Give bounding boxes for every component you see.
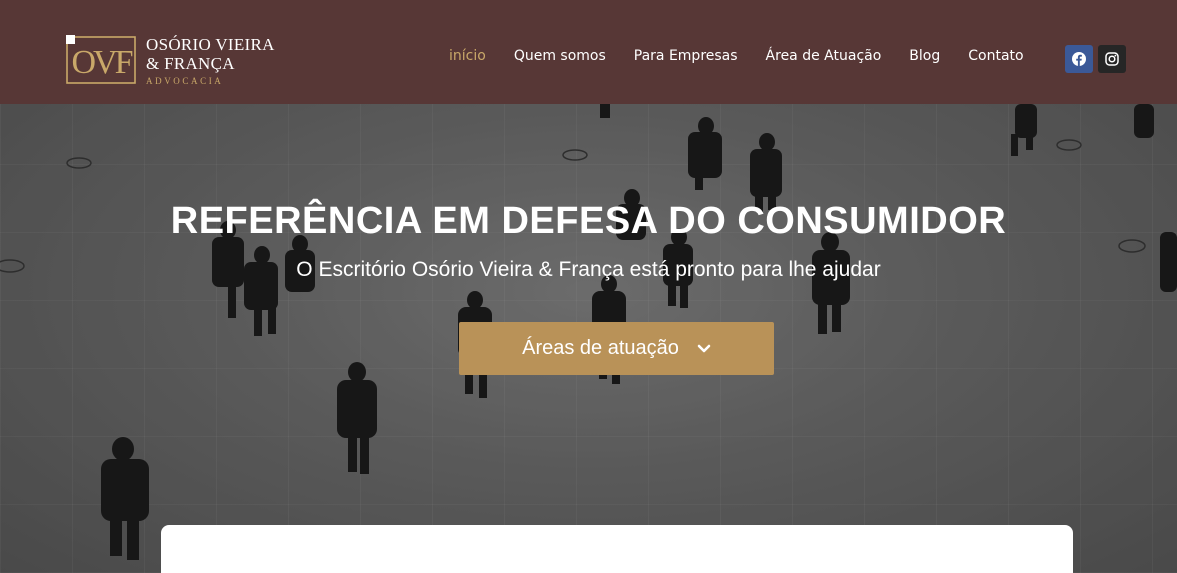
nav-inicio[interactable]: início: [449, 48, 486, 64]
main-nav: início Quem somos Para Empresas Área de …: [449, 48, 1052, 64]
logo-monogram-icon: OVF: [66, 35, 136, 84]
facebook-button[interactable]: [1065, 45, 1093, 73]
nav-area-de-atuacao[interactable]: Área de Atuação: [766, 48, 882, 64]
nav-para-empresas[interactable]: Para Empresas: [634, 48, 738, 64]
content-card: [161, 525, 1073, 573]
logo-line-1: OSÓRIO VIEIRA: [146, 35, 275, 54]
hero-title: REFERÊNCIA EM DEFESA DO CONSUMIDOR: [170, 200, 1007, 242]
hero-section: REFERÊNCIA EM DEFESA DO CONSUMIDOR O Esc…: [0, 104, 1177, 573]
chevron-down-icon: [697, 344, 711, 352]
logo-line-3: ADVOCACIA: [146, 76, 224, 86]
instagram-icon: [1105, 52, 1119, 66]
logo-text: OSÓRIO VIEIRA & FRANÇA ADVOCACIA: [146, 35, 275, 86]
svg-text:OVF: OVF: [71, 44, 132, 81]
areas-de-atuacao-button[interactable]: Áreas de atuação: [459, 322, 774, 375]
nav-contato[interactable]: Contato: [968, 48, 1023, 64]
facebook-icon: [1072, 52, 1086, 66]
site-header: OVF OSÓRIO VIEIRA & FRANÇA ADVOCACIA iní…: [0, 0, 1177, 104]
nav-quem-somos[interactable]: Quem somos: [514, 48, 606, 64]
cta-label: Áreas de atuação: [522, 337, 679, 359]
logo-line-2: & FRANÇA: [146, 54, 235, 73]
instagram-button[interactable]: [1098, 45, 1126, 73]
logo[interactable]: OVF OSÓRIO VIEIRA & FRANÇA ADVOCACIA: [66, 35, 275, 86]
nav-blog[interactable]: Blog: [909, 48, 940, 64]
hero-subtitle: O Escritório Osório Vieira & França está…: [296, 258, 881, 281]
